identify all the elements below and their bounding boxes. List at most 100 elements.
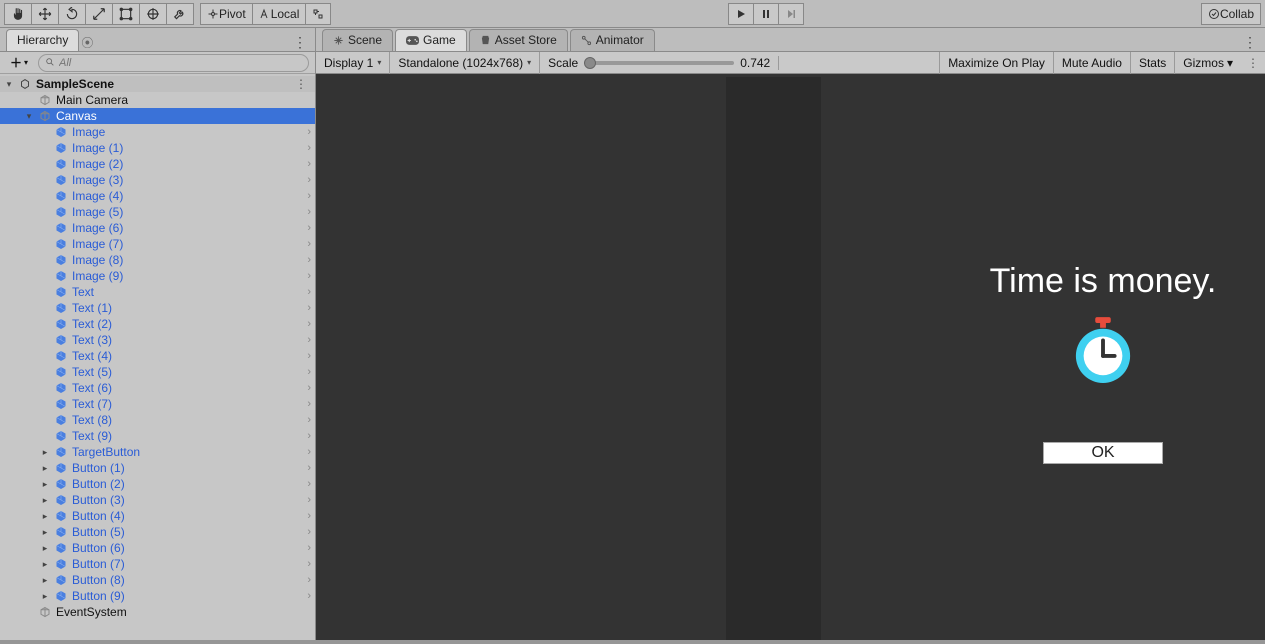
hierarchy-item[interactable]: Text (1)› bbox=[0, 300, 315, 316]
transform-tool-button[interactable] bbox=[140, 3, 167, 25]
open-prefab-icon[interactable]: › bbox=[307, 558, 311, 570]
search-input[interactable] bbox=[59, 57, 302, 69]
play-button[interactable] bbox=[728, 3, 754, 25]
hierarchy-item[interactable]: ▸Button (7)› bbox=[0, 556, 315, 572]
hierarchy-item[interactable]: Image (8)› bbox=[0, 252, 315, 268]
foldout-icon[interactable]: ▸ bbox=[40, 559, 50, 570]
gizmos-dropdown[interactable]: Gizmos ▾ bbox=[1174, 52, 1241, 74]
scene-tab[interactable]: Scene bbox=[322, 29, 393, 51]
foldout-icon[interactable]: ▸ bbox=[40, 511, 50, 522]
hierarchy-item[interactable]: Image (6)› bbox=[0, 220, 315, 236]
open-prefab-icon[interactable]: › bbox=[307, 446, 311, 458]
hierarchy-item[interactable]: ▸TargetButton› bbox=[0, 444, 315, 460]
scene-menu-button[interactable]: ⋮ bbox=[295, 77, 311, 91]
hierarchy-item[interactable]: Image (4)› bbox=[0, 188, 315, 204]
hierarchy-item[interactable]: Image (3)› bbox=[0, 172, 315, 188]
game-view[interactable]: Time is money. OK bbox=[316, 74, 1265, 640]
hierarchy-item[interactable]: Image (9)› bbox=[0, 268, 315, 284]
open-prefab-icon[interactable]: › bbox=[307, 398, 311, 410]
scale-tool-button[interactable] bbox=[86, 3, 113, 25]
hierarchy-item[interactable]: Main Camera bbox=[0, 92, 315, 108]
hierarchy-item[interactable]: Text (5)› bbox=[0, 364, 315, 380]
open-prefab-icon[interactable]: › bbox=[307, 174, 311, 186]
game-panel-menu-button[interactable]: ⋮ bbox=[1243, 34, 1257, 51]
ok-button[interactable]: OK bbox=[1043, 442, 1163, 464]
maximize-on-play-toggle[interactable]: Maximize On Play bbox=[939, 52, 1053, 74]
open-prefab-icon[interactable]: › bbox=[307, 286, 311, 298]
hierarchy-item[interactable]: ▸Button (5)› bbox=[0, 524, 315, 540]
open-prefab-icon[interactable]: › bbox=[307, 478, 311, 490]
open-prefab-icon[interactable]: › bbox=[307, 190, 311, 202]
rotate-tool-button[interactable] bbox=[59, 3, 86, 25]
hierarchy-item[interactable]: ▸Button (4)› bbox=[0, 508, 315, 524]
mute-audio-toggle[interactable]: Mute Audio bbox=[1053, 52, 1130, 74]
open-prefab-icon[interactable]: › bbox=[307, 206, 311, 218]
hierarchy-item[interactable]: ▸Button (8)› bbox=[0, 572, 315, 588]
stats-toggle[interactable]: Stats bbox=[1130, 52, 1174, 74]
create-dropdown[interactable]: ＋ ▾ bbox=[6, 54, 32, 72]
display-dropdown[interactable]: Display 1 ▾ bbox=[316, 52, 390, 74]
foldout-icon[interactable]: ▸ bbox=[40, 463, 50, 474]
open-prefab-icon[interactable]: › bbox=[307, 414, 311, 426]
scene-row[interactable]: ▾ SampleScene ⋮ bbox=[0, 76, 315, 92]
open-prefab-icon[interactable]: › bbox=[307, 590, 311, 602]
rect-tool-button[interactable] bbox=[113, 3, 140, 25]
foldout-icon[interactable]: ▾ bbox=[24, 111, 34, 122]
hierarchy-item[interactable]: Text (9)› bbox=[0, 428, 315, 444]
hierarchy-item[interactable]: ▸Button (2)› bbox=[0, 476, 315, 492]
local-button[interactable]: Local bbox=[253, 3, 307, 25]
foldout-icon[interactable]: ▸ bbox=[40, 447, 50, 458]
open-prefab-icon[interactable]: › bbox=[307, 430, 311, 442]
asset-store-tab[interactable]: Asset Store bbox=[469, 29, 568, 51]
open-prefab-icon[interactable]: › bbox=[307, 158, 311, 170]
hierarchy-search[interactable] bbox=[38, 54, 309, 72]
hierarchy-tree[interactable]: ▾ SampleScene ⋮ Main Camera▾CanvasImage›… bbox=[0, 74, 315, 640]
hierarchy-item[interactable]: Image (1)› bbox=[0, 140, 315, 156]
hierarchy-item[interactable]: Text (6)› bbox=[0, 380, 315, 396]
hierarchy-item[interactable]: ▸Button (1)› bbox=[0, 460, 315, 476]
collab-button[interactable]: Collab bbox=[1201, 3, 1261, 25]
slider-thumb[interactable] bbox=[584, 57, 596, 69]
hierarchy-item[interactable]: Text (3)› bbox=[0, 332, 315, 348]
hierarchy-item[interactable]: ▸Button (9)› bbox=[0, 588, 315, 604]
open-prefab-icon[interactable]: › bbox=[307, 574, 311, 586]
hand-tool-button[interactable] bbox=[4, 3, 32, 25]
hierarchy-item[interactable]: Text› bbox=[0, 284, 315, 300]
hierarchy-item[interactable]: Text (2)› bbox=[0, 316, 315, 332]
open-prefab-icon[interactable]: › bbox=[307, 142, 311, 154]
panel-resize-handle[interactable] bbox=[0, 640, 1265, 644]
hierarchy-item[interactable]: Image (2)› bbox=[0, 156, 315, 172]
open-prefab-icon[interactable]: › bbox=[307, 302, 311, 314]
resolution-dropdown[interactable]: Standalone (1024x768) ▾ bbox=[390, 52, 540, 74]
scale-slider[interactable] bbox=[584, 61, 734, 65]
open-prefab-icon[interactable]: › bbox=[307, 510, 311, 522]
hierarchy-item[interactable]: Image (7)› bbox=[0, 236, 315, 252]
open-prefab-icon[interactable]: › bbox=[307, 318, 311, 330]
hierarchy-item[interactable]: ▸Button (3)› bbox=[0, 492, 315, 508]
open-prefab-icon[interactable]: › bbox=[307, 542, 311, 554]
open-prefab-icon[interactable]: › bbox=[307, 334, 311, 346]
open-prefab-icon[interactable]: › bbox=[307, 462, 311, 474]
open-prefab-icon[interactable]: › bbox=[307, 382, 311, 394]
foldout-icon[interactable]: ▸ bbox=[40, 527, 50, 538]
hierarchy-item[interactable]: ▸Button (6)› bbox=[0, 540, 315, 556]
foldout-icon[interactable]: ▸ bbox=[40, 495, 50, 506]
hierarchy-item[interactable]: Text (7)› bbox=[0, 396, 315, 412]
foldout-icon[interactable]: ▸ bbox=[40, 479, 50, 490]
pause-button[interactable] bbox=[754, 3, 779, 25]
foldout-icon[interactable]: ▸ bbox=[40, 543, 50, 554]
hierarchy-item[interactable]: EventSystem bbox=[0, 604, 315, 620]
hierarchy-item[interactable]: ▾Canvas bbox=[0, 108, 315, 124]
pivot-button[interactable]: Pivot bbox=[200, 3, 253, 25]
open-prefab-icon[interactable]: › bbox=[307, 254, 311, 266]
open-prefab-icon[interactable]: › bbox=[307, 126, 311, 138]
foldout-icon[interactable]: ▸ bbox=[40, 575, 50, 586]
open-prefab-icon[interactable]: › bbox=[307, 222, 311, 234]
move-tool-button[interactable] bbox=[32, 3, 59, 25]
lock-icon[interactable]: ⦿ bbox=[81, 34, 93, 51]
panel-menu-button[interactable]: ⋮ bbox=[293, 34, 307, 51]
game-tab[interactable]: Game bbox=[395, 29, 467, 51]
open-prefab-icon[interactable]: › bbox=[307, 238, 311, 250]
hierarchy-item[interactable]: Text (4)› bbox=[0, 348, 315, 364]
hierarchy-tab[interactable]: Hierarchy bbox=[6, 29, 79, 51]
